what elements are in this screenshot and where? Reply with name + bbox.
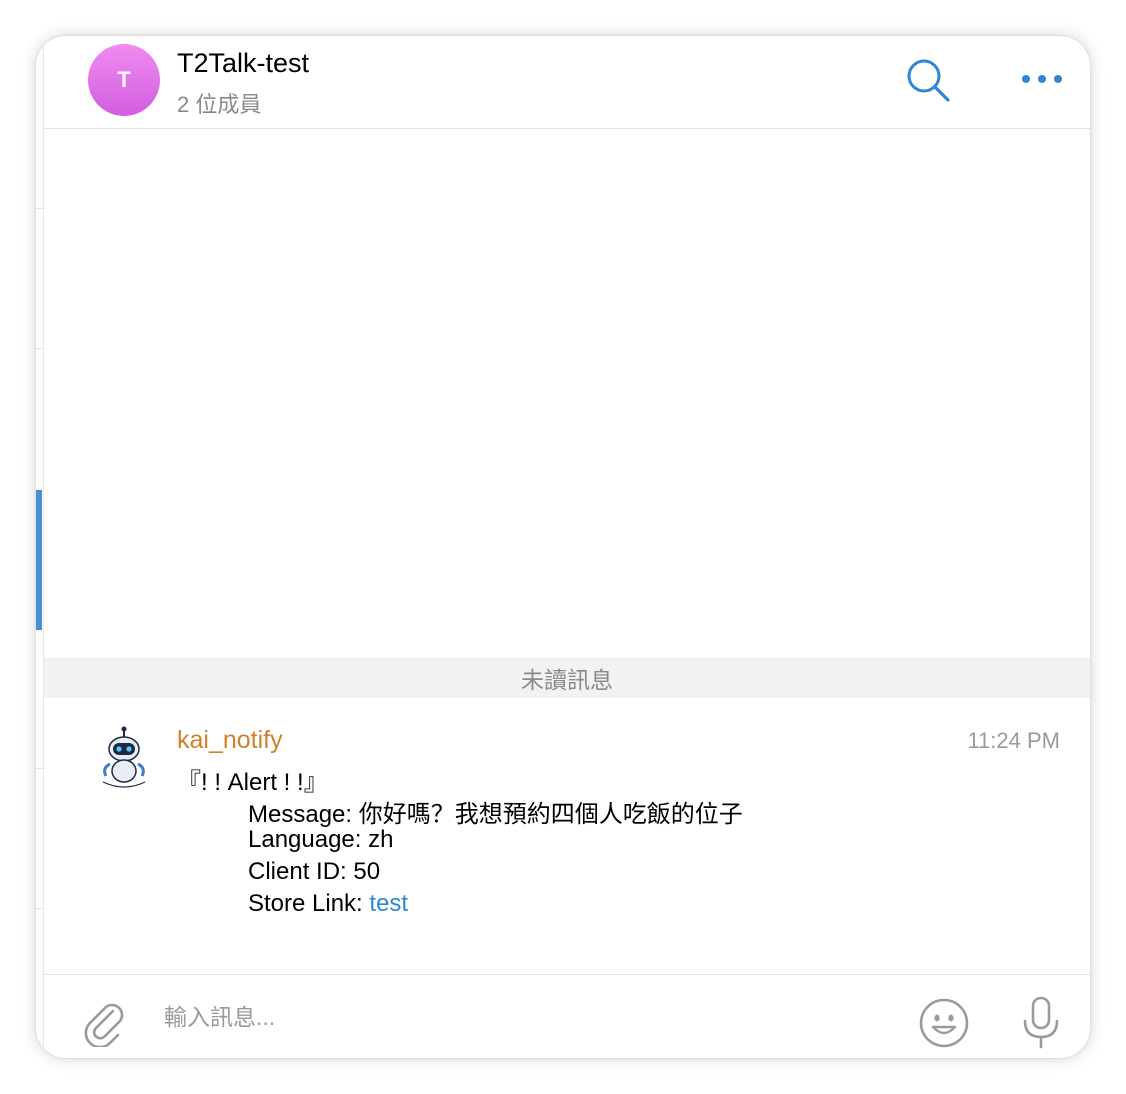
store-link[interactable]: test xyxy=(369,890,408,917)
microphone-icon xyxy=(1023,996,1059,1049)
alert-line: 『! ! Alert ! !』 xyxy=(177,769,328,796)
message-line: Message: 你好嗎？我想預約四個人吃飯的位子 xyxy=(248,801,743,828)
chat-list-edge xyxy=(36,36,44,1058)
active-chat-indicator xyxy=(36,490,42,630)
message-time: 11:24 PM xyxy=(967,728,1060,753)
sender-name[interactable]: kai_notify xyxy=(177,726,283,755)
store-link-line: Store Link: test xyxy=(248,890,408,918)
attach-button[interactable] xyxy=(80,997,130,1049)
message-composer xyxy=(44,974,1090,1058)
sender-avatar[interactable] xyxy=(88,724,160,796)
chat-header: T T2Talk-test 2 位成員 xyxy=(44,36,1090,129)
message-input[interactable] xyxy=(164,999,864,1035)
search-button[interactable] xyxy=(904,56,952,104)
emoji-button[interactable] xyxy=(918,997,970,1049)
smile-icon xyxy=(919,998,969,1048)
divider xyxy=(36,208,43,209)
message-item[interactable]: kai_notify 11:24 PM 『! ! Alert ! !』 Mess… xyxy=(44,698,1090,974)
store-link-label: Store Link: xyxy=(248,890,370,917)
paperclip-icon xyxy=(84,1003,124,1049)
client-id-line: Client ID: 50 xyxy=(248,858,381,885)
search-icon xyxy=(907,59,950,102)
divider xyxy=(36,768,43,769)
divider xyxy=(36,348,43,349)
chat-title[interactable]: T2Talk-test xyxy=(177,48,309,79)
more-button[interactable] xyxy=(1014,64,1070,94)
language-line: Language: zh xyxy=(248,826,394,853)
divider xyxy=(36,908,43,909)
microphone-button[interactable] xyxy=(1016,995,1066,1051)
chat-window: T T2Talk-test 2 位成員 未讀訊息 kai_notify 11:2… xyxy=(36,36,1090,1058)
unread-divider: 未讀訊息 xyxy=(44,658,1090,698)
member-count: 2 位成員 xyxy=(177,92,262,117)
group-avatar[interactable]: T xyxy=(88,44,160,116)
more-dots-icon xyxy=(1022,75,1062,83)
robot-avatar-icon xyxy=(89,725,159,795)
